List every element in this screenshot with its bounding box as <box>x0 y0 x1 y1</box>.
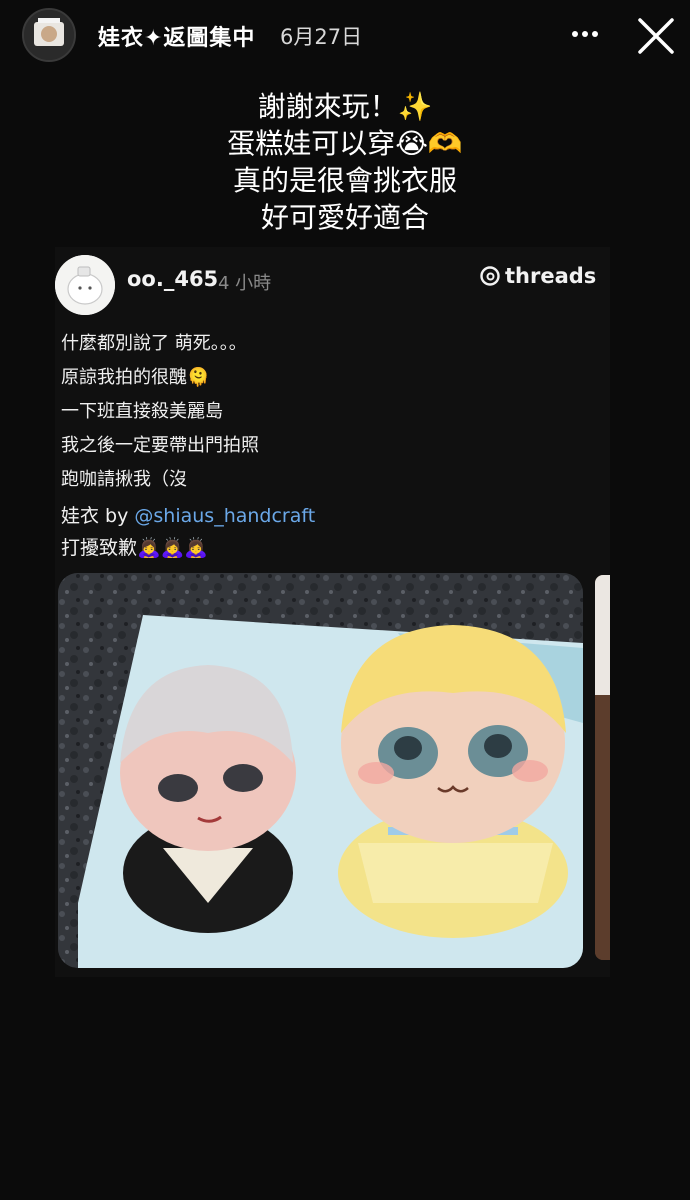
threads-icon <box>480 266 500 286</box>
post-avatar[interactable] <box>55 255 115 315</box>
threads-wordmark: threads <box>505 264 597 288</box>
post-line: 什麼都別說了 萌死。。。 <box>61 333 247 354</box>
threads-logo: threads <box>479 264 596 288</box>
credit-mention-link[interactable]: @shiaus_handcraft <box>134 505 315 527</box>
story-date: 6月27日 <box>280 25 363 49</box>
caption-line: 謝謝來玩！✨ <box>257 90 433 123</box>
profile-avatar[interactable] <box>22 8 76 62</box>
story-username[interactable]: 娃衣✦返圖集中 <box>98 20 255 52</box>
next-photo-peek[interactable] <box>595 575 610 960</box>
more-icon[interactable] <box>568 16 602 52</box>
post-line: 跑咖請揪我（沒 <box>61 469 187 490</box>
avatar-image-icon <box>24 10 74 60</box>
credit-prefix: 娃衣 by <box>61 505 135 527</box>
plush-dolls-photo <box>58 573 583 968</box>
post-text: 什麼都別說了 萌死。。。 原諒我拍的很醜🫠 一下班直接殺美麗島 我之後一定要帶出… <box>61 327 591 497</box>
post-username[interactable]: oo._465 <box>127 267 218 291</box>
caption-line: 真的是很會挑衣服 <box>232 164 457 197</box>
post-line: 原諒我拍的很醜🫠 <box>61 367 210 388</box>
next-photo-icon <box>595 575 610 960</box>
post-time: 4 小時 <box>218 273 272 294</box>
post-credit: 娃衣 by @shiaus_handcraft 打擾致歉🙇‍♀️🙇‍♀️🙇‍♀️ <box>61 500 315 564</box>
caption-line: 蛋糕娃可以穿😭🫶 <box>227 127 463 160</box>
story-header: 娃衣✦返圖集中 6月27日 <box>0 0 690 72</box>
post-photo[interactable] <box>58 573 583 968</box>
post-line: 一下班直接殺美麗島 <box>61 401 223 422</box>
close-icon[interactable] <box>634 14 678 58</box>
story-caption: 謝謝來玩！✨ 蛋糕娃可以穿😭🫶 真的是很會挑衣服 好可愛好適合 <box>0 88 690 236</box>
apology-line: 打擾致歉🙇‍♀️🙇‍♀️🙇‍♀️ <box>61 537 208 559</box>
threads-post-card[interactable]: oo._465 4 小時 threads 什麼都別說了 萌死。。。 原諒我拍的很… <box>55 247 610 977</box>
post-line: 我之後一定要帶出門拍照 <box>61 435 259 456</box>
caption-line: 好可愛好適合 <box>260 201 429 234</box>
ghost-avatar-icon <box>55 255 115 315</box>
